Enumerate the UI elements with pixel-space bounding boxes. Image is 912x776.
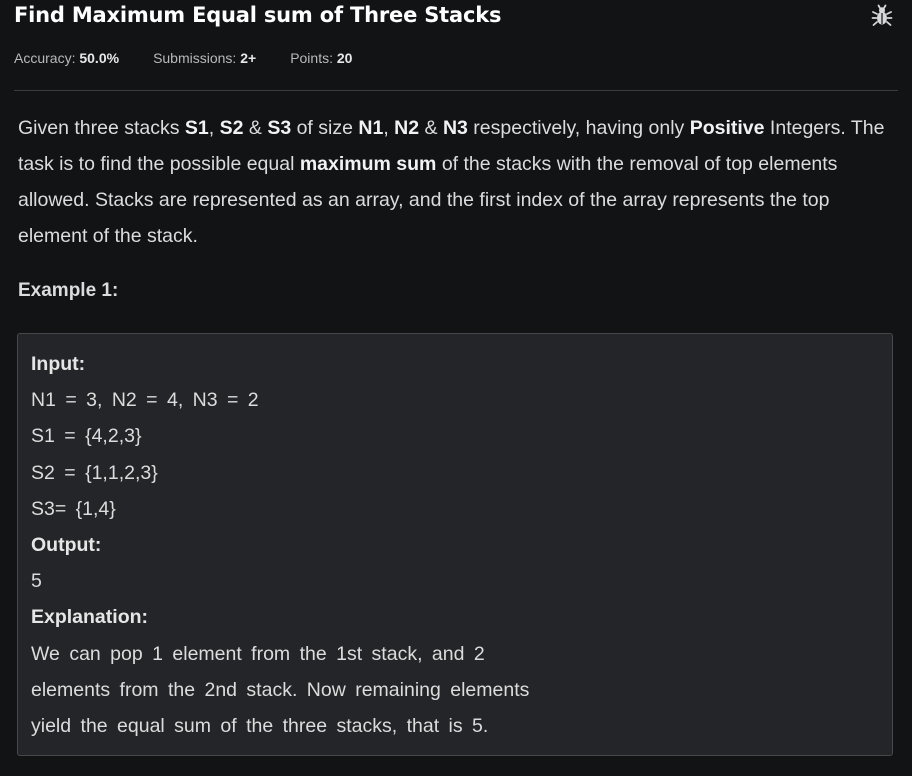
- problem-stats: Accuracy: 50.0% Submissions: 2+ Points: …: [14, 50, 386, 66]
- bug-icon: [871, 4, 893, 26]
- desc-n2: N2: [394, 117, 420, 139]
- submissions-stat: Submissions: 2+: [153, 50, 256, 66]
- header-divider: [14, 90, 898, 91]
- output-label: Output:: [31, 534, 102, 557]
- submissions-label: Submissions:: [153, 50, 237, 66]
- problem-header: Find Maximum Equal sum of Three Stacks: [14, 0, 894, 34]
- accuracy-value: 50.0%: [79, 50, 120, 66]
- output-value: 5: [31, 570, 42, 593]
- accuracy-stat: Accuracy: 50.0%: [14, 50, 119, 66]
- example-box: Input: N1 = 3, N2 = 4, N3 = 2 S1 = {4,2,…: [17, 333, 893, 756]
- input-label: Input:: [31, 353, 86, 375]
- desc-positive: Positive: [689, 117, 765, 139]
- example-title: Example 1:: [18, 280, 119, 301]
- example-content: Input: N1 = 3, N2 = 4, N3 = 2 S1 = {4,2,…: [31, 346, 529, 744]
- desc-text: of size: [291, 117, 359, 139]
- desc-s2: S2: [219, 117, 244, 139]
- accuracy-label: Accuracy:: [14, 50, 76, 66]
- desc-n1: N1: [358, 117, 384, 139]
- desc-n3: N3: [442, 117, 468, 139]
- problem-page: Find Maximum Equal sum of Three Stacks A…: [0, 0, 912, 776]
- desc-text: ,: [383, 117, 395, 139]
- explanation-label: Explanation:: [31, 606, 149, 629]
- explanation-line: elements from the 2nd stack. Now remaini…: [31, 678, 530, 701]
- desc-s3: S3: [267, 117, 292, 139]
- points-value: 20: [336, 50, 353, 66]
- input-line: S1 = {4,2,3}: [31, 425, 142, 448]
- report-bug-button[interactable]: [870, 4, 894, 28]
- desc-text: &: [419, 117, 443, 139]
- desc-text: respectively, having only: [467, 117, 690, 139]
- submissions-value: 2+: [240, 50, 257, 66]
- desc-maximum-sum: maximum sum: [299, 153, 437, 175]
- desc-text: &: [243, 117, 268, 139]
- problem-title: Find Maximum Equal sum of Three Stacks: [14, 3, 502, 27]
- points-stat: Points: 20: [290, 50, 352, 66]
- explanation-line: We can pop 1 element from the 1st stack,…: [31, 642, 485, 665]
- desc-s1: S1: [184, 117, 209, 139]
- input-line: S2 = {1,1,2,3}: [31, 461, 158, 484]
- input-line: S3= {1,4}: [31, 497, 116, 520]
- explanation-line: yield the equal sum of the three stacks,…: [31, 715, 489, 738]
- desc-text: Given three stacks: [18, 117, 185, 139]
- desc-text: ,: [208, 117, 220, 139]
- problem-description: Given three stacks S1, S2 & S3 of size N…: [18, 110, 898, 254]
- input-line: N1 = 3, N2 = 4, N3 = 2: [31, 389, 259, 412]
- points-label: Points:: [290, 50, 333, 66]
